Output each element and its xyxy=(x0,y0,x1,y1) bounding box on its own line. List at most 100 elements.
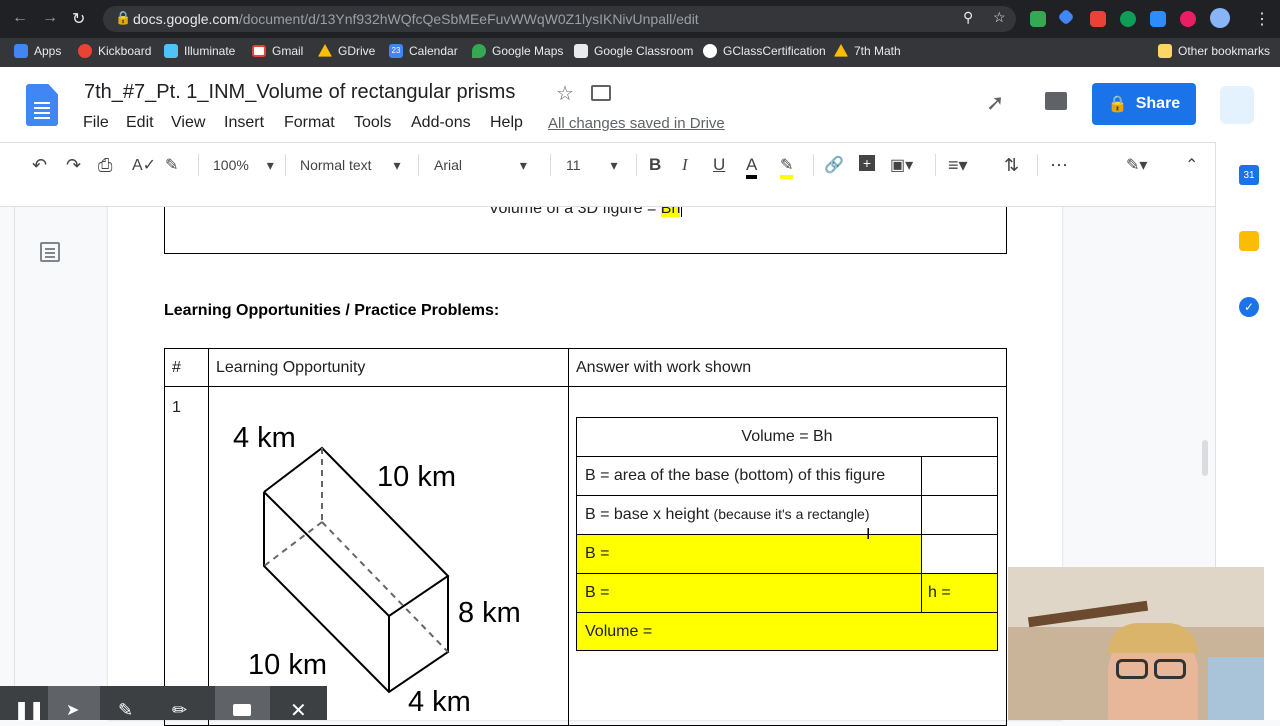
link-icon[interactable]: 🔗 xyxy=(824,155,844,175)
forward-icon[interactable]: → xyxy=(42,9,58,27)
answer-cell-highlighted[interactable]: h = xyxy=(921,573,998,613)
glasses-right xyxy=(1154,659,1186,679)
print-icon[interactable]: ⎙ xyxy=(98,155,112,176)
bookmark-google-maps[interactable]: Google Maps xyxy=(472,44,563,58)
caret-down-icon: ▾ xyxy=(266,157,274,173)
url-host: docs.google.com xyxy=(133,11,239,27)
extension-icon[interactable] xyxy=(1090,11,1106,27)
document-outline-icon[interactable] xyxy=(40,242,60,262)
star-bookmark-icon[interactable]: ☆ xyxy=(993,9,1006,26)
answer-cell-highlighted[interactable]: Volume = xyxy=(576,612,998,651)
share-button[interactable]: 🔒 Share xyxy=(1092,83,1196,125)
add-comment-icon[interactable]: + xyxy=(859,155,875,171)
menu-view[interactable]: View xyxy=(171,114,205,132)
editing-mode-icon[interactable]: ✎▾ xyxy=(1126,155,1147,175)
highlighter-icon[interactable]: ✏ xyxy=(172,700,187,721)
menu-edit[interactable]: Edit xyxy=(126,114,154,132)
menu-insert[interactable]: Insert xyxy=(224,114,264,132)
figure-label-bottom: 4 km xyxy=(408,686,471,718)
align-left-icon[interactable]: ≡▾ xyxy=(948,155,968,176)
zoom-select[interactable]: 100% ▾ xyxy=(213,157,274,174)
menu-add-ons[interactable]: Add-ons xyxy=(411,114,471,132)
profile-avatar[interactable] xyxy=(1210,8,1230,28)
menu-format[interactable]: Format xyxy=(284,114,335,132)
calendar-icon[interactable]: 31 xyxy=(1239,165,1259,185)
keep-icon[interactable] xyxy=(1239,231,1259,251)
menu-help[interactable]: Help xyxy=(490,114,523,132)
highlight-color-icon[interactable]: ✎ xyxy=(780,155,794,179)
star-icon[interactable]: ☆ xyxy=(556,81,574,106)
italic-icon[interactable]: I xyxy=(682,155,688,175)
bookmark-7th-math[interactable]: 7th Math xyxy=(834,44,901,58)
answer-title-cell[interactable]: Volume = Bh xyxy=(576,417,998,457)
reload-icon[interactable]: ↻ xyxy=(72,9,85,29)
vertical-ruler[interactable] xyxy=(0,206,15,720)
answer-cell-highlighted[interactable]: B = xyxy=(576,573,922,613)
other-bookmarks[interactable]: Other bookmarks xyxy=(1158,44,1270,58)
extension-icon[interactable] xyxy=(1030,11,1046,27)
browser-toolbar: ← → ↻ 🔒 docs.google.com/document/d/13Ynf… xyxy=(0,0,1280,38)
underline-icon[interactable]: U xyxy=(713,155,725,175)
bold-icon[interactable]: B xyxy=(649,155,661,175)
table-header-cell[interactable]: Learning Opportunity xyxy=(208,348,569,387)
figure-label-top: 4 km xyxy=(233,422,296,454)
comments-icon[interactable] xyxy=(1045,92,1067,110)
bookmark-calendar[interactable]: 23 Calendar xyxy=(389,44,458,58)
answer-cell[interactable] xyxy=(921,456,998,496)
back-icon[interactable]: ← xyxy=(12,9,28,27)
pause-icon[interactable]: ❚❚ xyxy=(14,700,44,721)
divider xyxy=(1037,154,1038,176)
address-bar[interactable]: 🔒 docs.google.com/document/d/13Ynf932hWQ… xyxy=(103,6,1016,32)
apps-grid-icon xyxy=(14,44,28,58)
presenter-hair xyxy=(1108,623,1198,653)
undo-icon[interactable]: ↶ xyxy=(32,155,47,176)
table-header-cell[interactable]: # xyxy=(164,348,209,387)
tasks-icon[interactable]: ✓ xyxy=(1239,297,1259,317)
table-header-cell[interactable]: Answer with work shown xyxy=(568,348,1007,387)
spellcheck-icon[interactable]: A✓ xyxy=(132,155,156,175)
document-title[interactable]: 7th_#7_Pt. 1_INM_Volume of rectangular p… xyxy=(84,81,515,104)
text-color-icon[interactable]: A xyxy=(746,155,758,179)
kebab-menu-icon[interactable]: ⋮ xyxy=(1254,9,1270,29)
bookmark-illuminate[interactable]: Illuminate xyxy=(164,44,235,58)
menu-file[interactable]: File xyxy=(83,114,109,132)
section-heading[interactable]: Learning Opportunities / Practice Proble… xyxy=(164,302,499,320)
paragraph-style-select[interactable]: Normal text ▾ xyxy=(300,157,401,174)
zoom-icon[interactable]: ⚲ xyxy=(963,9,973,26)
pointer-tool[interactable]: ➤ xyxy=(48,686,100,720)
bookmark-gmail[interactable]: Gmail xyxy=(252,44,303,58)
more-options-icon[interactable]: ⋯ xyxy=(1050,155,1068,176)
bookmark-gdrive[interactable]: GDrive xyxy=(318,44,375,58)
answer-cell[interactable] xyxy=(921,495,998,535)
scrollbar-thumb[interactable] xyxy=(1202,440,1208,476)
extension-icon[interactable] xyxy=(1120,11,1136,27)
close-icon[interactable]: ✕ xyxy=(290,698,307,723)
answer-cell[interactable] xyxy=(921,534,998,574)
cursor-icon: ➤ xyxy=(66,702,80,719)
bookmark-gclass-certification[interactable]: GClassCertification xyxy=(703,44,826,58)
classroom-icon xyxy=(574,44,588,58)
insert-image-icon[interactable]: ▣▾ xyxy=(890,155,913,175)
bookmark-apps[interactable]: Apps xyxy=(14,44,61,58)
redo-icon[interactable]: ↷ xyxy=(66,155,81,176)
line-spacing-icon[interactable]: ⇅ xyxy=(1004,155,1019,176)
collapse-toolbar-icon[interactable]: ⌃ xyxy=(1185,155,1198,175)
paint-format-icon[interactable]: ✎ xyxy=(165,155,178,175)
bookmark-google-classroom[interactable]: Google Classroom xyxy=(574,44,693,58)
docs-logo-icon[interactable] xyxy=(26,84,58,126)
move-folder-icon[interactable] xyxy=(591,85,611,101)
table-cell-number[interactable]: 1 xyxy=(164,386,209,726)
extension-icon[interactable] xyxy=(1180,11,1196,27)
save-status[interactable]: All changes saved in Drive xyxy=(548,115,725,132)
activity-trend-icon[interactable]: ➚ xyxy=(986,90,1004,116)
font-select[interactable]: Arial ▾ xyxy=(434,157,527,174)
extension-icon[interactable] xyxy=(1057,8,1075,26)
zoom-extension-icon[interactable] xyxy=(1150,11,1166,27)
bookmark-kickboard[interactable]: Kickboard xyxy=(78,44,151,58)
answer-cell[interactable]: B = area of the base (bottom) of this fi… xyxy=(576,456,922,496)
camera-tool[interactable] xyxy=(215,686,270,720)
menu-tools[interactable]: Tools xyxy=(354,114,391,132)
font-size-select[interactable]: 11 ▾ xyxy=(566,157,617,174)
account-avatar[interactable] xyxy=(1220,86,1254,124)
pen-icon[interactable]: ✎ xyxy=(118,700,133,721)
